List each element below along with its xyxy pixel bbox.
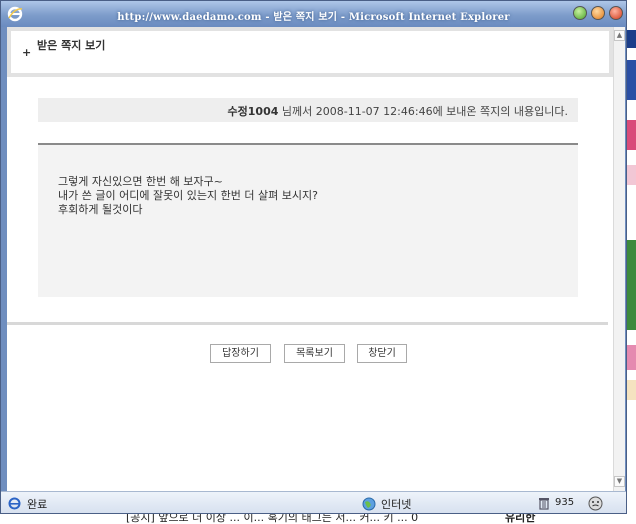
message-info-bar: 수정1004 님께서 2008-11-07 12:46:46에 보내온 쪽지의 … [38,98,578,122]
message-info-suffix: 님께서 2008-11-07 12:46:46에 보내온 쪽지의 내용입니다. [278,105,568,118]
reply-button[interactable]: 답장하기 [210,344,271,363]
window-title: http://www.daedamo.com - 받은 쪽지 보기 - Micr… [117,12,510,23]
message-info: 수정1004 님께서 2008-11-07 12:46:46에 보내온 쪽지의 … [228,103,568,119]
minimize-button[interactable] [573,6,587,20]
globe-icon [362,497,376,511]
page-title: 받은 쪽지 보기 [37,39,106,52]
page-header: + 받은 쪽지 보기 [7,27,613,77]
sender-name: 수정1004 [227,105,279,118]
message-line: 후회하게 될것이다 [58,203,143,216]
ie-page-icon [8,497,21,510]
face-icon[interactable] [588,496,603,511]
divider [7,322,608,325]
close-window-button[interactable] [609,6,623,20]
vertical-scrollbar[interactable]: ▲ ▼ [613,27,625,491]
trash-icon[interactable] [538,496,550,510]
list-button[interactable]: 목록보기 [284,344,345,363]
close-button[interactable]: 창닫기 [357,344,407,363]
message-body: 그렇게 자신있으면 한번 해 보자구~ 내가 쓴 글이 어디에 잘못이 있는지 … [38,143,578,297]
status-bar: 완료 인터넷 935 [1,491,626,513]
page-content: + 받은 쪽지 보기 수정1004 님께서 2008-11-07 12:46:4… [7,27,613,491]
scroll-down-icon[interactable]: ▼ [614,476,625,487]
count-value: 935 [555,497,575,508]
ie-window: http://www.daedamo.com - 받은 쪽지 보기 - Micr… [0,0,627,514]
title-bar[interactable]: http://www.daedamo.com - 받은 쪽지 보기 - Micr… [1,1,626,27]
plus-icon: + [22,46,32,59]
scroll-up-icon[interactable]: ▲ [614,30,625,41]
status-text: 완료 [27,498,48,511]
maximize-button[interactable] [591,6,605,20]
security-zone: 인터넷 [381,498,412,511]
